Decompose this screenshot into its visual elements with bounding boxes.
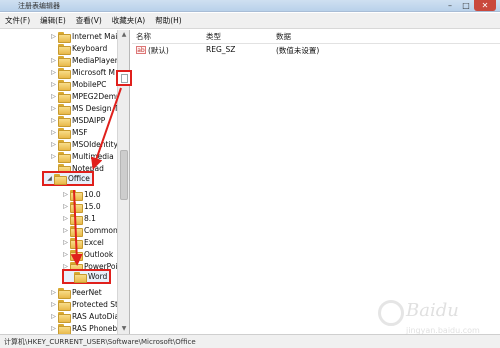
- folder-icon: [74, 272, 87, 283]
- tree-item-office[interactable]: ◢ Office: [42, 171, 94, 186]
- folder-icon: [58, 139, 71, 151]
- status-path: 计算机\HKEY_CURRENT_USER\Software\Microsoft…: [4, 338, 196, 346]
- folder-icon: [58, 79, 71, 91]
- tree-item-ras-phonebook[interactable]: ▷ RAS Phonebo: [50, 322, 122, 334]
- tree-item-mobilepc[interactable]: ▷ MobilePC: [50, 78, 106, 91]
- watermark-brand: Baidu: [406, 300, 459, 321]
- folder-icon: [58, 287, 71, 299]
- value-type: REG_SZ: [206, 45, 236, 54]
- tree-item-ras-autodial[interactable]: ▷ RAS AutoDial: [50, 310, 121, 323]
- expand-icon[interactable]: ▷: [50, 289, 57, 296]
- expand-icon[interactable]: ▷: [62, 203, 69, 210]
- tree-item-peernet[interactable]: ▷ PeerNet: [50, 286, 102, 299]
- expand-icon[interactable]: ▷: [62, 251, 69, 258]
- folder-icon: [58, 151, 71, 163]
- folder-icon: [58, 67, 71, 79]
- menu-edit[interactable]: 编辑(E): [35, 15, 71, 26]
- folder-icon: [58, 31, 71, 43]
- expand-icon[interactable]: ▷: [50, 93, 57, 100]
- expand-icon[interactable]: ▷: [50, 325, 57, 332]
- folder-icon: [70, 237, 83, 249]
- tree-item-mediaplayer[interactable]: ▷ MediaPlayer: [50, 54, 118, 67]
- expand-icon[interactable]: ▷: [50, 117, 57, 124]
- tree-item-msf[interactable]: ▷ MSF: [50, 126, 88, 139]
- menu-file[interactable]: 文件(F): [0, 15, 35, 26]
- window-controls: – □ ✕: [442, 0, 496, 11]
- tree-item-keyboard[interactable]: Keyboard: [50, 42, 107, 55]
- tree-item-microsoft-m[interactable]: ▷ Microsoft M: [50, 66, 115, 79]
- tree-item-multimedia[interactable]: ▷ Multimedia: [50, 150, 114, 163]
- maximize-button[interactable]: □: [458, 0, 474, 11]
- expand-icon[interactable]: ▷: [50, 129, 57, 136]
- expand-icon[interactable]: ▷: [50, 301, 57, 308]
- tree-item-msoidentity[interactable]: ▷ MSOIdentityC: [50, 138, 123, 151]
- tree-item-protected-storage[interactable]: ▷ Protected Sto: [50, 298, 123, 311]
- value-data: (数值未设置): [276, 46, 320, 55]
- folder-icon: [58, 91, 71, 103]
- paw-logo-icon: [378, 300, 404, 326]
- menu-help[interactable]: 帮助(H): [150, 15, 187, 26]
- expand-icon[interactable]: ▷: [62, 239, 69, 246]
- folder-icon: [58, 299, 71, 311]
- minimize-button[interactable]: –: [442, 0, 458, 11]
- watermark: Baidu jingyan.baidu.com: [372, 290, 498, 346]
- menu-view[interactable]: 查看(V): [71, 15, 107, 26]
- folder-open-icon: [54, 174, 67, 185]
- scroll-down-icon[interactable]: ▼: [118, 324, 129, 334]
- folder-icon: [58, 103, 71, 115]
- tree-item-ms-design-tools[interactable]: ▷ MS Design To: [50, 102, 122, 115]
- expand-icon[interactable]: ▷: [50, 69, 57, 76]
- scroll-thumb[interactable]: [120, 150, 128, 200]
- collapse-icon[interactable]: ◢: [46, 175, 53, 182]
- expand-icon[interactable]: ▷: [50, 33, 57, 40]
- tree-item-outlook[interactable]: ▷ Outlook: [62, 248, 113, 261]
- value-name: (默认): [148, 46, 169, 55]
- close-button[interactable]: ✕: [474, 0, 496, 11]
- expand-icon[interactable]: ▷: [62, 191, 69, 198]
- title-bar: 注册表编辑器 – □ ✕: [0, 0, 500, 12]
- column-type[interactable]: 类型: [206, 31, 221, 42]
- tree-item-msdaipp[interactable]: ▷ MSDAIPP: [50, 114, 105, 127]
- menu-favorites[interactable]: 收藏夹(A): [107, 15, 150, 26]
- tree-item-internet-mail[interactable]: ▷ Internet Mail: [50, 30, 119, 43]
- window-title: 注册表编辑器: [18, 2, 60, 10]
- tree-item-8-1[interactable]: ▷ 8.1: [62, 212, 96, 225]
- folder-icon: [58, 311, 71, 323]
- expand-icon[interactable]: ▷: [50, 153, 57, 160]
- watermark-sub: jingyan.baidu.com: [406, 326, 480, 335]
- folder-icon: [70, 225, 83, 237]
- folder-icon: [58, 115, 71, 127]
- scroll-up-icon[interactable]: ▲: [118, 30, 129, 40]
- tree-item-mpeg2demu[interactable]: ▷ MPEG2Demu: [50, 90, 121, 103]
- column-data[interactable]: 数据: [276, 31, 291, 42]
- expand-icon[interactable]: ▷: [50, 105, 57, 112]
- expand-icon[interactable]: ▷: [50, 81, 57, 88]
- value-row[interactable]: ab (默认) REG_SZ (数值未设置): [132, 44, 500, 57]
- folder-icon: [58, 43, 71, 55]
- string-value-icon: ab: [136, 46, 146, 54]
- expand-icon[interactable]: ▷: [62, 215, 69, 222]
- tree-item-word[interactable]: Word: [62, 269, 112, 284]
- expand-icon[interactable]: ▷: [62, 227, 69, 234]
- folder-icon: [70, 189, 83, 201]
- column-name[interactable]: 名称: [136, 31, 151, 42]
- folder-icon: [58, 55, 71, 67]
- folder-icon: [70, 213, 83, 225]
- annotation-box: [116, 70, 132, 86]
- menu-bar: 文件(F) 编辑(E) 查看(V) 收藏夹(A) 帮助(H): [0, 13, 500, 29]
- folder-icon: [70, 249, 83, 261]
- expand-icon[interactable]: ▷: [50, 313, 57, 320]
- tree-item-15-0[interactable]: ▷ 15.0: [62, 200, 101, 213]
- tree-item-excel[interactable]: ▷ Excel: [62, 236, 104, 249]
- tree-item-10-0[interactable]: ▷ 10.0: [62, 188, 101, 201]
- folder-icon: [70, 201, 83, 213]
- document-icon: [121, 74, 128, 83]
- registry-tree: ▷ Internet Mail Keyboard ▷ MediaPlayer ▷ Mi…: [0, 30, 130, 334]
- folder-icon: [58, 127, 71, 139]
- expand-icon[interactable]: ▷: [50, 141, 57, 148]
- expand-icon[interactable]: ▷: [50, 57, 57, 64]
- folder-icon: [58, 323, 71, 334]
- tree-item-common[interactable]: ▷ Common: [62, 224, 118, 237]
- values-header: 名称 类型 数据: [132, 30, 500, 44]
